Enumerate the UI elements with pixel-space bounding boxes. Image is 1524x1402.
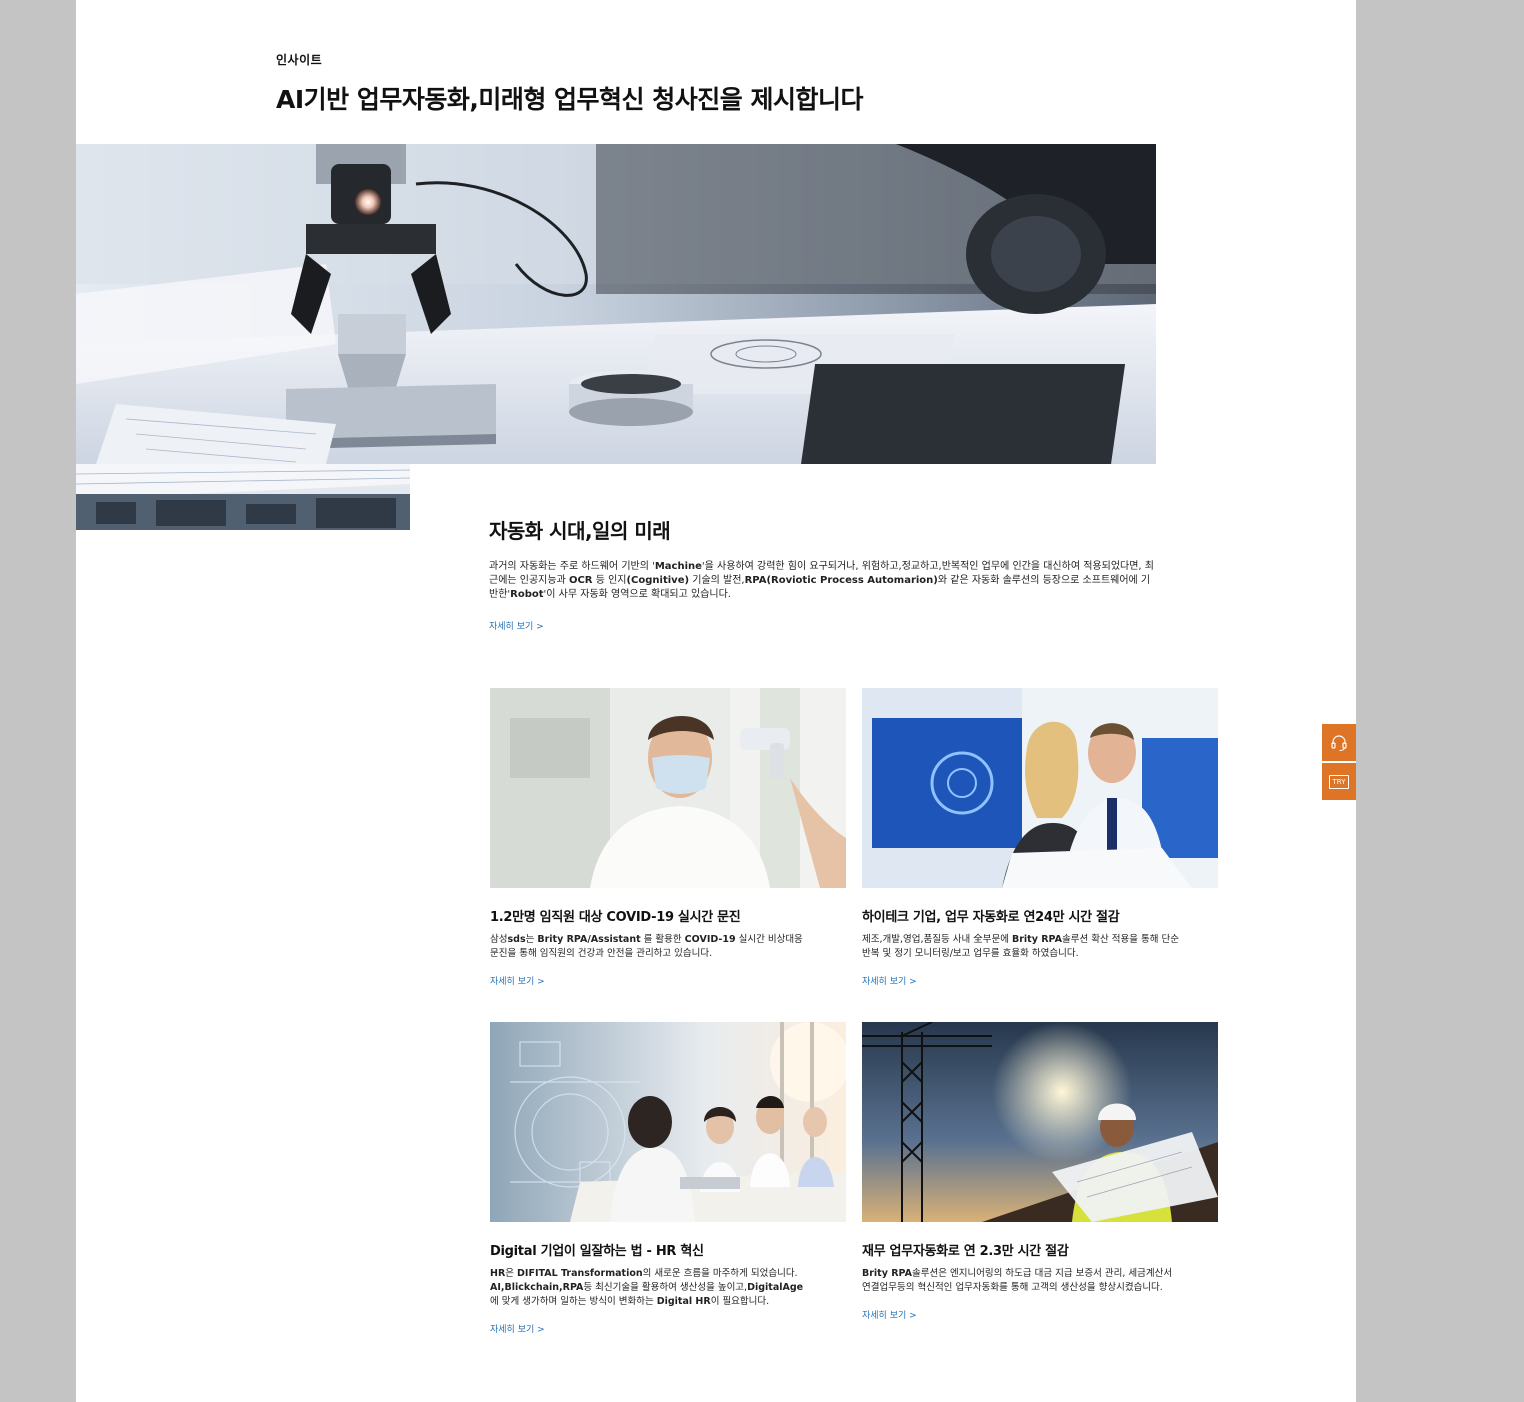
case-card-more-link[interactable]: 자세히 보기 > xyxy=(490,1322,545,1335)
try-label: TRY xyxy=(1328,774,1350,789)
hightech-office-image xyxy=(862,688,1218,888)
support-button[interactable] xyxy=(1322,724,1356,761)
hero-image-extension xyxy=(76,464,410,530)
page-title: AI기반 업무자동화,미래형 업무혁신 청사진을 제시합니다 xyxy=(276,85,863,114)
feature-title: 자동화 시대,일의 미래 xyxy=(489,519,671,543)
feature-section: 자동화 시대,일의 미래 과거의 자동화는 주로 하드웨어 기반의 'Machi… xyxy=(489,515,1159,633)
page: 인사이트 AI기반 업무자동화,미래형 업무혁신 청사진을 제시합니다 자동화 … xyxy=(76,0,1356,1402)
section-eyebrow: 인사이트 xyxy=(276,53,323,67)
case-card-covid[interactable]: 1.2만명 임직원 대상 COVID-19 실시간 문진 삼성sds는 Brit… xyxy=(490,688,846,988)
hero-image xyxy=(76,144,1156,464)
case-card-more-link[interactable]: 자세히 보기 > xyxy=(490,974,545,987)
hr-meeting-image xyxy=(490,1022,846,1222)
case-card-finance[interactable]: 재무 업무자동화로 연 2.3만 시간 절감 Brity RPA솔루션은 엔지니… xyxy=(862,1022,1218,1322)
case-card-title: 1.2만명 임직원 대상 COVID-19 실시간 문진 xyxy=(490,910,741,925)
case-card-title: 하이테크 기업, 업무 자동화로 연24만 시간 절감 xyxy=(862,910,1120,925)
case-card-title: Digital 기업이 일잘하는 법 - HR 혁신 xyxy=(490,1244,704,1259)
case-card-title: 재무 업무자동화로 연 2.3만 시간 절감 xyxy=(862,1244,1069,1259)
covid-screening-image xyxy=(490,688,846,888)
feature-more-link[interactable]: 자세히 보기 > xyxy=(489,619,544,632)
case-card-more-link[interactable]: 자세히 보기 > xyxy=(862,974,917,987)
feature-description: 과거의 자동화는 주로 하드웨어 기반의 'Machine'을 사용하여 강력한… xyxy=(489,561,1154,600)
headset-icon xyxy=(1331,734,1347,751)
case-card-description: 삼성sds는 Brity RPA/Assistant 를 활용한 COVID-1… xyxy=(490,934,803,959)
construction-site-image xyxy=(862,1022,1218,1222)
case-card-hightech[interactable]: 하이테크 기업, 업무 자동화로 연24만 시간 절감 제조,개발,영업,품질등… xyxy=(862,688,1218,988)
try-button[interactable]: TRY xyxy=(1322,763,1356,800)
case-card-description: 제조,개발,영업,품질등 사내 全부문에 Brity RPA솔루션 확산 적용을… xyxy=(862,934,1179,959)
case-card-description: Brity RPA솔루션은 엔지니어링의 하도급 대금 지급 보증서 관리, 세… xyxy=(862,1268,1173,1293)
case-card-more-link[interactable]: 자세히 보기 > xyxy=(862,1308,917,1321)
case-card-hr[interactable]: Digital 기업이 일잘하는 법 - HR 혁신 HR은 DIFITAL T… xyxy=(490,1022,846,1336)
case-card-description: HR은 DIFITAL Transformation의 새로운 흐름을 마주하게… xyxy=(490,1268,804,1307)
